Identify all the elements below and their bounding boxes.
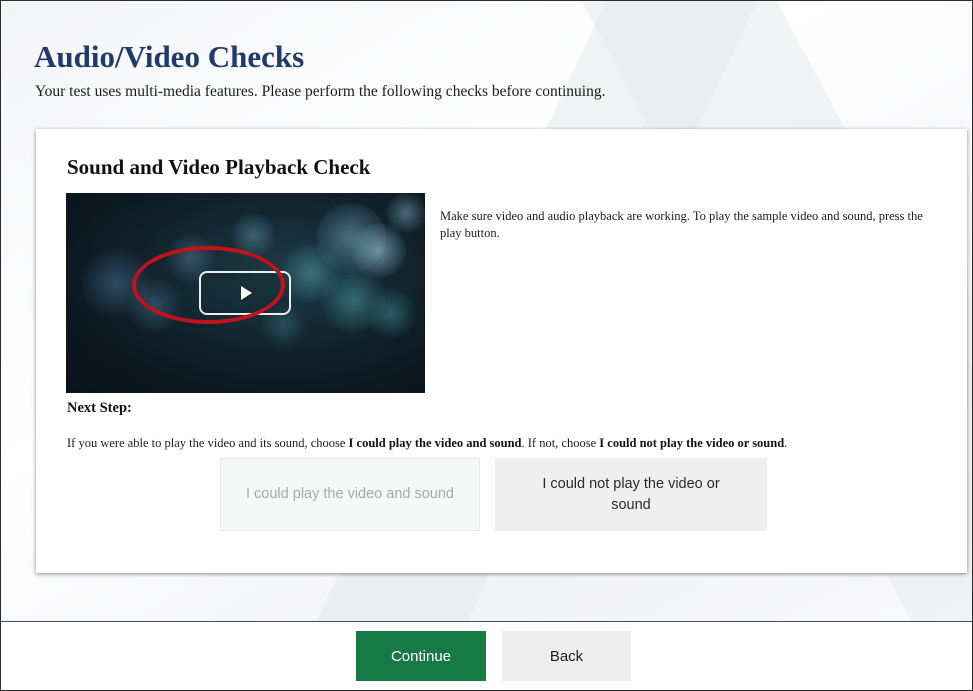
next-step-option-yes: I could play the video and sound [348, 436, 522, 450]
bokeh-light [126, 278, 181, 333]
could-play-button[interactable]: I could play the video and sound [220, 458, 480, 531]
page-subtitle: Your test uses multi-media features. Ple… [35, 83, 606, 100]
sample-video[interactable] [66, 193, 425, 393]
could-not-play-button[interactable]: I could not play the video or sound [495, 458, 767, 531]
next-step-text-part: . [784, 436, 788, 450]
bokeh-light [366, 288, 416, 338]
bokeh-light [386, 193, 425, 233]
next-step-label: Next Step: [67, 400, 132, 416]
card-title: Sound and Video Playback Check [67, 155, 371, 179]
play-icon [241, 286, 252, 300]
next-step-text-part: If you were able to play the video and i… [67, 436, 349, 450]
page-title: Audio/Video Checks [34, 39, 305, 74]
bokeh-light [231, 213, 276, 258]
next-step-text: If you were able to play the video and i… [67, 436, 967, 451]
footer-bar: Continue Back [1, 622, 972, 690]
back-button[interactable]: Back [502, 631, 631, 681]
playback-instructions: Make sure video and audio playback are w… [440, 209, 923, 240]
next-step-option-no: I could not play the video or sound [599, 436, 785, 450]
next-step-text-part: . If not, choose [521, 436, 600, 450]
continue-button[interactable]: Continue [356, 631, 486, 681]
playback-check-card: Sound and Video Playback Check Make sure… [36, 129, 967, 573]
play-button[interactable] [199, 271, 291, 315]
